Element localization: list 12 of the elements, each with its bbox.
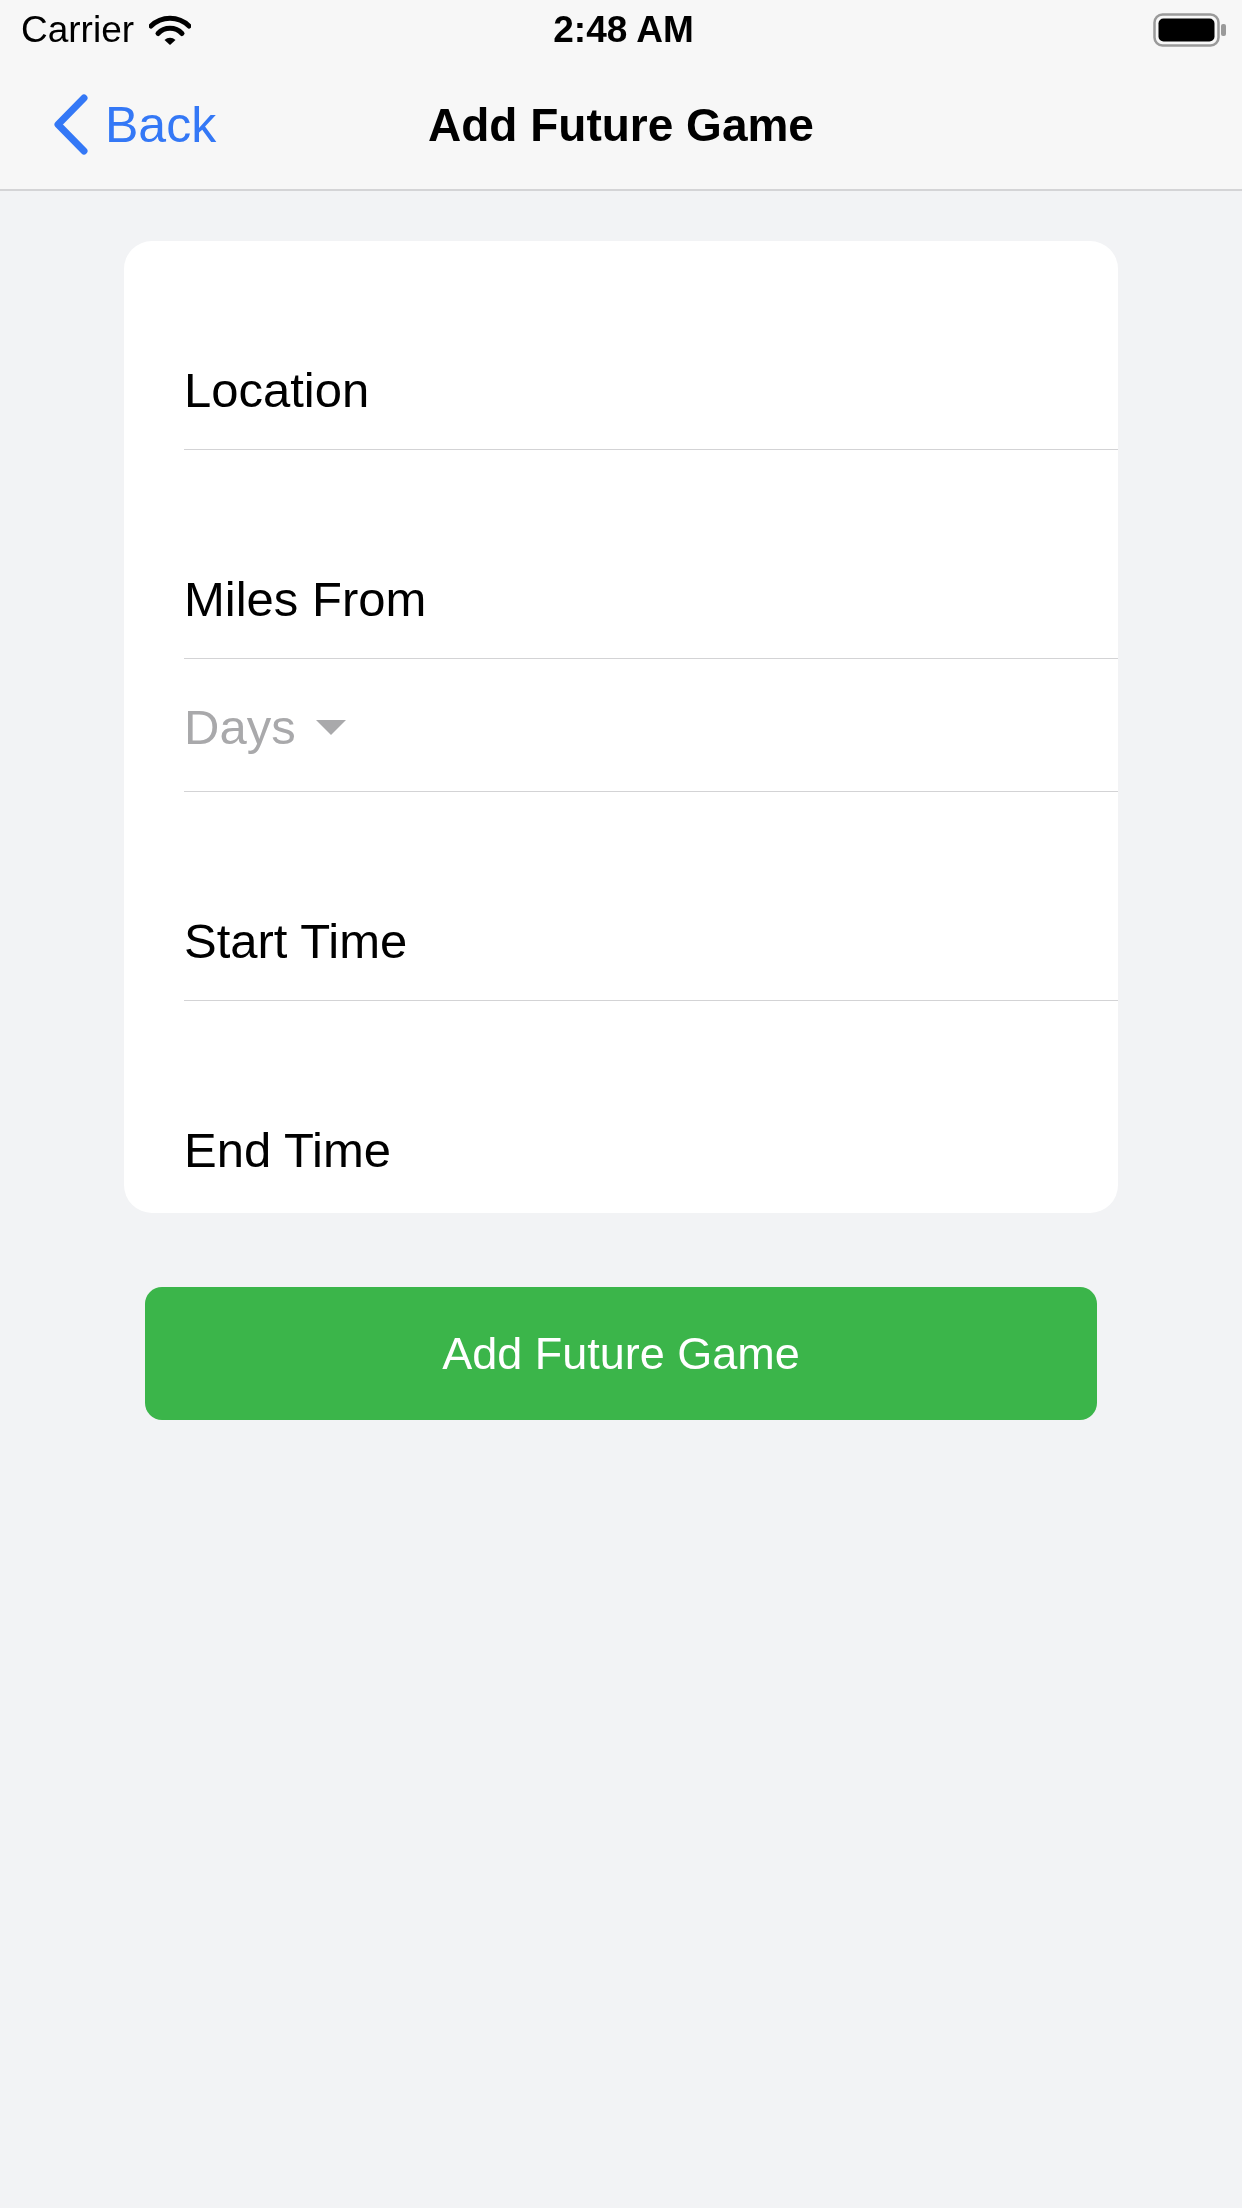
back-button[interactable]: Back bbox=[53, 94, 217, 155]
carrier-name: Carrier bbox=[21, 8, 135, 52]
screen-title: Add Future Game bbox=[428, 97, 814, 152]
battery-icon bbox=[1153, 13, 1226, 47]
text-field[interactable]: End Time bbox=[184, 1090, 1118, 1210]
text-field[interactable]: Location bbox=[184, 330, 1118, 450]
caret-icon bbox=[315, 719, 346, 735]
wifi-icon bbox=[149, 14, 192, 46]
clock-time: 2:48 AM bbox=[553, 8, 694, 52]
text-field[interactable]: Start Time bbox=[184, 881, 1118, 1001]
back-chevron-icon bbox=[53, 94, 89, 155]
text-field[interactable]: Miles From bbox=[184, 539, 1118, 659]
